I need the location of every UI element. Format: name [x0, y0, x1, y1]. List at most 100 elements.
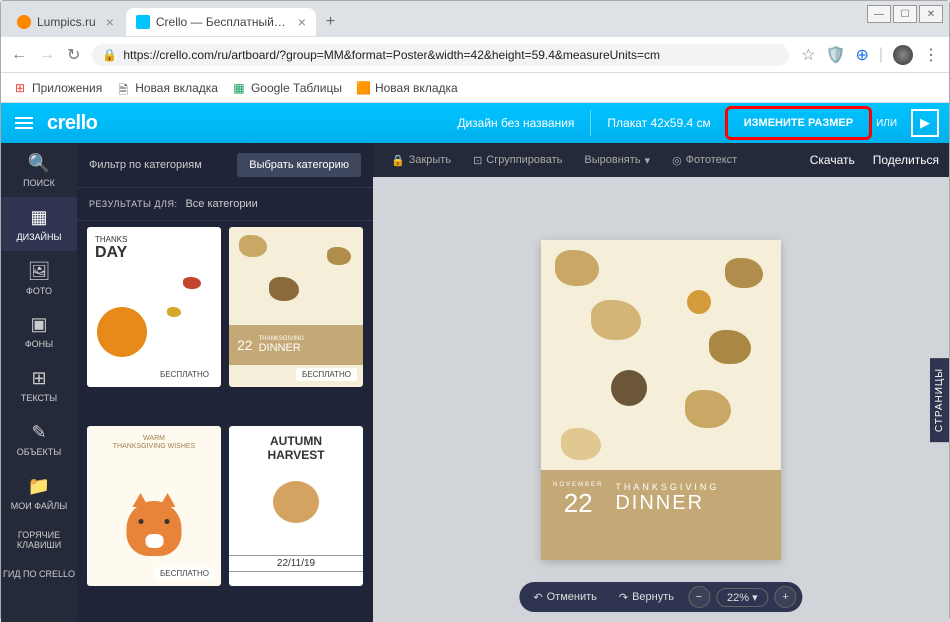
- extension-icon[interactable]: 🛡️: [826, 45, 846, 65]
- canvas-toolbar: 🔒Закрыть ⊡Сгруппировать Выровнять ▾ ◎Фот…: [373, 143, 949, 177]
- templates-icon: ▦: [3, 207, 75, 228]
- bookmark-item[interactable]: ▦Google Таблицы: [232, 81, 342, 95]
- group-button[interactable]: ⊡Сгруппировать: [465, 154, 570, 167]
- rail-hotkeys[interactable]: ГОРЯЧИЕ КЛАВИШИ: [1, 520, 77, 560]
- pumpkin-icon: [97, 307, 147, 357]
- tab-lumpics[interactable]: Lumpics.ru ×: [7, 8, 124, 36]
- poster-day: 22: [564, 488, 593, 519]
- menu-button[interactable]: [11, 113, 37, 133]
- rail-guide[interactable]: ГИД ПО CRELLO: [1, 559, 77, 588]
- favicon-lumpics: [17, 15, 31, 29]
- close-icon[interactable]: ×: [298, 14, 306, 30]
- page-icon: 🟧: [356, 81, 370, 95]
- app-header: crello Дизайн без названия Плакат 42x59.…: [1, 103, 949, 143]
- redo-icon: ↷: [619, 591, 628, 604]
- share-button[interactable]: Поделиться: [873, 153, 939, 167]
- apps-icon: ⊞: [13, 81, 27, 95]
- play-button[interactable]: ▶: [911, 109, 939, 137]
- address-bar: ← → ↻ 🔒 https://crello.com/ru/artboard/?…: [1, 37, 949, 73]
- tab-strip: Lumpics.ru × Crello — Бесплатный инструм…: [1, 1, 949, 37]
- chevron-down-icon: ▾: [752, 592, 758, 604]
- download-button[interactable]: Скачать: [810, 153, 855, 167]
- template-card[interactable]: THANKSDAY БЕСПЛАТНО: [87, 227, 221, 387]
- template-card[interactable]: 22 THANKSGIVINGDINNER БЕСПЛАТНО: [229, 227, 363, 387]
- close-button[interactable]: 🔒Закрыть: [383, 154, 459, 167]
- free-badge: БЕСПЛАТНО: [154, 567, 215, 580]
- background-icon: ▣: [3, 314, 75, 335]
- group-icon: ⊡: [473, 154, 482, 167]
- logo[interactable]: crello: [47, 112, 97, 135]
- canvas-view[interactable]: NOVEMBER 22 THANKSGIVING DINNER ↶Отменит…: [373, 177, 949, 622]
- new-tab-button[interactable]: +: [318, 9, 343, 35]
- undo-button[interactable]: ↶Отменить: [525, 589, 604, 606]
- tab-label: Crello — Бесплатный инструмен: [156, 15, 288, 29]
- page-icon: 🗎: [116, 81, 130, 95]
- fox-icon: [127, 501, 182, 556]
- resize-button[interactable]: ИЗМЕНИТЕ РАЗМЕР: [728, 103, 869, 143]
- or-label: ИЛИ: [870, 103, 903, 143]
- window-close[interactable]: ✕: [919, 5, 943, 23]
- tab-crello[interactable]: Crello — Бесплатный инструмен ×: [126, 8, 316, 36]
- objects-icon: ✎: [3, 422, 75, 443]
- poster-footer: NOVEMBER 22 THANKSGIVING DINNER: [541, 470, 781, 560]
- photo-icon: 🖼: [3, 261, 75, 282]
- poster[interactable]: NOVEMBER 22 THANKSGIVING DINNER: [541, 240, 781, 560]
- search-icon: 🔍: [3, 153, 75, 174]
- pumpkin-icon: [273, 481, 319, 523]
- pages-tab[interactable]: СТРАНИЦЫ: [930, 357, 949, 441]
- undo-icon: ↶: [533, 591, 542, 604]
- plus-icon: +: [782, 591, 788, 603]
- stage: 🔍ПОИСК ▦ДИЗАЙНЫ 🖼ФОТО ▣ФОНЫ ⊞ТЕКСТЫ ✎ОБЪ…: [1, 143, 949, 622]
- tab-label: Lumpics.ru: [37, 15, 96, 29]
- close-icon[interactable]: ×: [106, 14, 114, 30]
- forward-button[interactable]: →: [39, 46, 55, 64]
- filter-row: Фильтр по категориям Выбрать категорию: [77, 143, 373, 188]
- reload-button[interactable]: ↻: [67, 45, 80, 65]
- zoom-in-button[interactable]: +: [775, 586, 797, 608]
- url-text: https://crello.com/ru/artboard/?group=MM…: [123, 48, 660, 62]
- zoom-out-button[interactable]: −: [688, 586, 710, 608]
- results-label: РЕЗУЛЬТАТЫ ДЛЯ:: [89, 199, 177, 209]
- rail-photo[interactable]: 🖼ФОТО: [1, 251, 77, 305]
- toolbar-right: ☆ 🛡️ ⊕ | ⋮: [801, 45, 939, 65]
- bookmark-star-icon[interactable]: ☆: [801, 45, 815, 65]
- align-button[interactable]: Выровнять ▾: [576, 154, 658, 167]
- templates-grid: THANKSDAY БЕСПЛАТНО 22 THANKSGIVINGDINNE…: [77, 221, 373, 622]
- rail-objects[interactable]: ✎ОБЪЕКТЫ: [1, 412, 77, 466]
- divider: |: [879, 46, 883, 64]
- window-minimize[interactable]: —: [867, 5, 891, 23]
- profile-avatar[interactable]: [893, 45, 913, 65]
- design-title[interactable]: Дизайн без названия: [441, 103, 590, 143]
- minus-icon: −: [696, 591, 702, 603]
- zoom-level[interactable]: 22% ▾: [716, 588, 769, 607]
- poster-title1: THANKSGIVING: [615, 482, 769, 492]
- apps-button[interactable]: ⊞Приложения: [13, 81, 102, 95]
- bookmark-item[interactable]: 🗎Новая вкладка: [116, 81, 218, 95]
- format-info[interactable]: Плакат 42x59.4 см: [591, 103, 726, 143]
- rail-texts[interactable]: ⊞ТЕКСТЫ: [1, 358, 77, 412]
- templates-panel: Фильтр по категориям Выбрать категорию Р…: [77, 143, 373, 622]
- rail-search[interactable]: 🔍ПОИСК: [1, 143, 77, 197]
- extension-globe-icon[interactable]: ⊕: [855, 45, 868, 65]
- rail-myfiles[interactable]: 📁МОИ ФАЙЛЫ: [1, 466, 77, 520]
- menu-icon[interactable]: ⋮: [923, 45, 939, 65]
- bookmarks-bar: ⊞Приложения 🗎Новая вкладка ▦Google Табли…: [1, 73, 949, 103]
- filter-label: Фильтр по категориям: [89, 159, 202, 171]
- choose-category-button[interactable]: Выбрать категорию: [237, 153, 361, 177]
- back-button[interactable]: ←: [11, 46, 27, 64]
- template-card[interactable]: WARMTHANKSGIVING WISHES БЕСПЛАТНО: [87, 426, 221, 586]
- lock-icon: 🔒: [102, 48, 117, 62]
- bookmark-item[interactable]: 🟧Новая вкладка: [356, 81, 458, 95]
- browser-window: — ☐ ✕ Lumpics.ru × Crello — Бесплатный и…: [0, 0, 950, 621]
- poster-title2: DINNER: [615, 492, 769, 515]
- url-field[interactable]: 🔒 https://crello.com/ru/artboard/?group=…: [92, 44, 789, 66]
- left-rail: 🔍ПОИСК ▦ДИЗАЙНЫ 🖼ФОТО ▣ФОНЫ ⊞ТЕКСТЫ ✎ОБЪ…: [1, 143, 77, 622]
- favicon-crello: [136, 15, 150, 29]
- rail-backgrounds[interactable]: ▣ФОНЫ: [1, 304, 77, 358]
- phototext-button[interactable]: ◎Фототекст: [664, 154, 745, 167]
- rail-designs[interactable]: ▦ДИЗАЙНЫ: [1, 197, 77, 251]
- chevron-down-icon: ▾: [645, 154, 651, 167]
- redo-button[interactable]: ↷Вернуть: [611, 589, 682, 606]
- window-maximize[interactable]: ☐: [893, 5, 917, 23]
- template-card[interactable]: AUTUMNHARVEST 22/11/19: [229, 426, 363, 586]
